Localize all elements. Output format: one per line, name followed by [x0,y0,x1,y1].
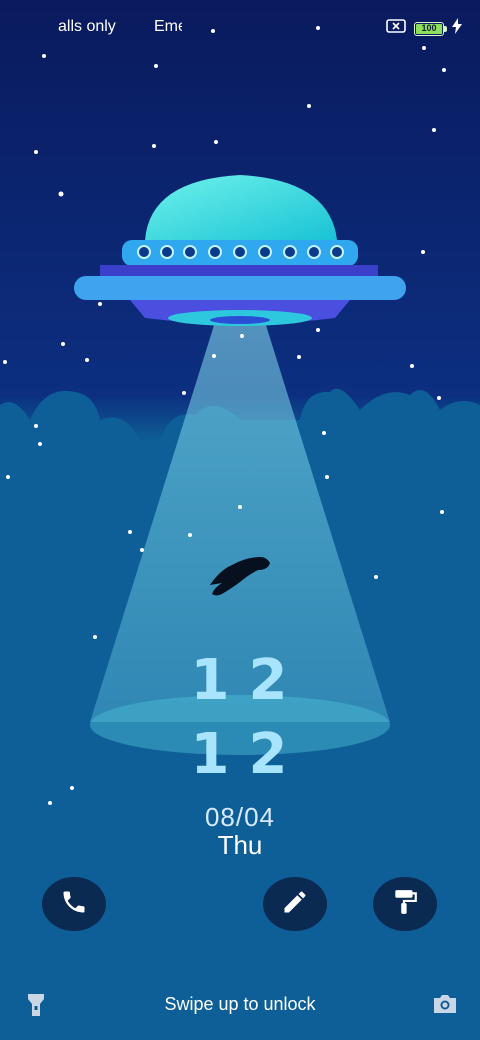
phone-shortcut-button[interactable] [42,877,106,931]
clock-minute-digit-1: 1 [190,722,230,787]
status-text-calls-only: alls only [58,18,116,35]
phone-icon [60,888,88,921]
clock-hour-digit-1: 1 [190,648,230,713]
battery-icon: 100 [414,21,447,36]
status-bar-right: 100 [386,18,462,39]
pen-icon [281,888,309,921]
charging-bolt-icon [452,18,462,39]
date-text: 08/04 [204,802,276,832]
paint-roller-icon [392,888,418,921]
swipe-up-to-unlock-text[interactable]: Swipe up to unlock [0,994,480,1015]
weekday-text: Thu [217,830,263,860]
status-text-emergency: Eme [154,18,182,35]
battery-cap [444,25,447,32]
sim-card-x-icon [386,18,406,39]
theme-shortcut-button[interactable] [373,877,437,931]
battery-level-text: 100 [421,22,437,33]
clock-minute-digit-2: 2 [248,722,288,787]
note-shortcut-button[interactable] [263,877,327,931]
camera-icon[interactable] [432,993,458,1020]
clock-hour-digit-2: 2 [248,648,288,713]
